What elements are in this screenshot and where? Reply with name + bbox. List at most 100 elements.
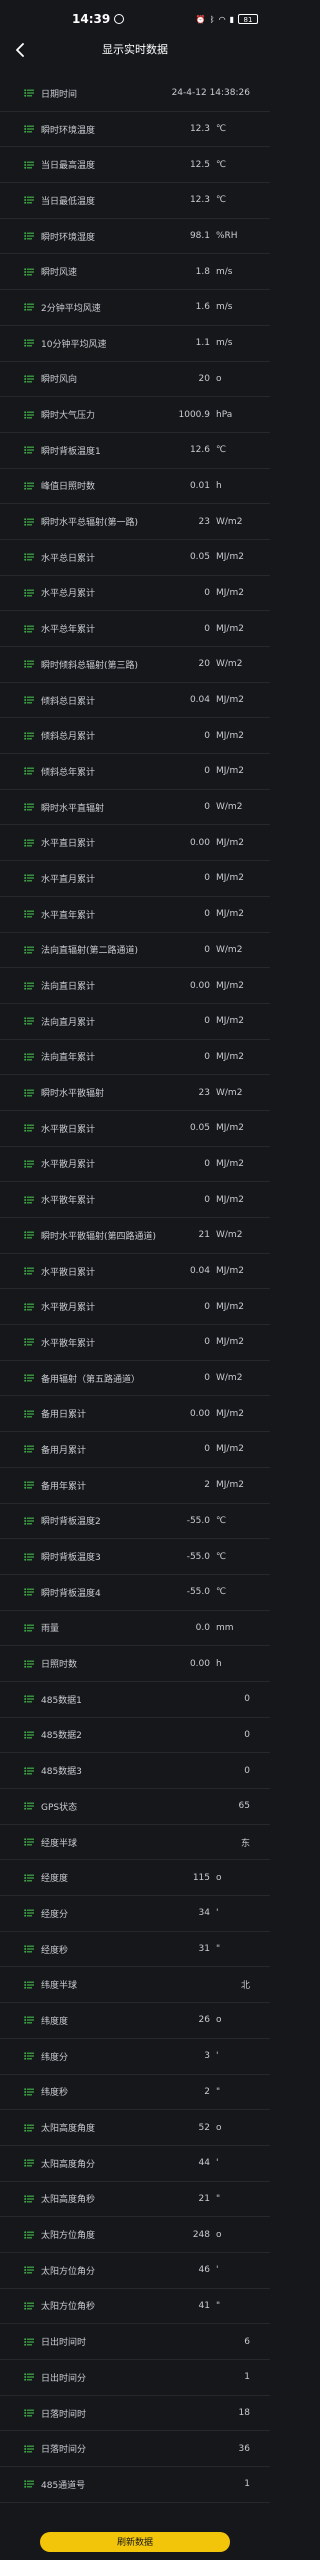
data-row: 倾斜总年累计 0 MJ/m2 [0, 754, 270, 790]
data-row: 太阳高度角分 44 ' [0, 2146, 270, 2182]
list-icon [24, 1302, 34, 1311]
row-unit: o [216, 1872, 222, 1883]
list-icon [24, 2409, 34, 2417]
row-label: 太阳方位角分 [41, 2266, 96, 2277]
row-unit: MJ/m2 [216, 1337, 244, 1348]
row-label: 瞬时水平直辐射 [41, 803, 105, 814]
row-label: 倾斜总年累计 [41, 767, 96, 778]
data-row: 瞬时环境湿度 98.1 %RH [0, 219, 270, 255]
row-label: 水平散月累计 [41, 1303, 96, 1314]
list-icon [24, 1195, 34, 1204]
list-icon [24, 1267, 34, 1275]
data-row: 当日最低温度 12.3 ℃ [0, 183, 270, 219]
data-row: 瞬时背板温度3 -55.0 ℃ [0, 1539, 270, 1575]
row-label: 瞬时背板温度3 [41, 1553, 101, 1564]
row-label: 备用年累计 [41, 1481, 87, 1492]
row-label: 瞬时水平散辐射(第四路通道) [41, 1231, 157, 1242]
data-row: 瞬时背板温度1 12.6 ℃ [0, 433, 270, 469]
list-icon [24, 232, 34, 240]
data-row: 瞬时倾斜总辐射(第三路) 20 W/m2 [0, 647, 270, 683]
row-label: 瞬时背板温度2 [41, 1517, 101, 1528]
data-row: 法向直日累计 0.00 MJ/m2 [0, 968, 270, 1004]
data-row: 水平散月累计 0 MJ/m2 [0, 1289, 270, 1326]
data-row: 日期时间 24-4-12 14:38:26 [0, 76, 270, 112]
data-row: 倾斜总月累计 0 MJ/m2 [0, 718, 270, 755]
list-icon [24, 2480, 34, 2489]
row-unit: hPa [216, 409, 233, 420]
data-row: 瞬时水平散辐射(第四路通道) 21 W/m2 [0, 1218, 270, 1254]
row-unit: ℃ [216, 1551, 227, 1562]
row-unit: ' [216, 2158, 219, 2169]
row-unit: " [216, 2300, 221, 2311]
row-unit: MJ/m2 [216, 1301, 244, 1312]
battery-icon: 81 [238, 14, 258, 24]
row-unit: m/s [216, 338, 233, 349]
data-row: 水平散日累计 0.05 MJ/m2 [0, 1111, 270, 1147]
row-unit: MJ/m2 [216, 587, 244, 598]
refresh-button[interactable]: 刷新数据 [40, 2532, 230, 2552]
row-unit: MJ/m2 [216, 1444, 244, 1455]
row-value: 115 [192, 1872, 210, 1883]
list-icon [24, 1409, 34, 1418]
list-icon [24, 2123, 34, 2132]
row-unit: m/s [216, 302, 233, 313]
list-icon [24, 981, 34, 990]
list-icon [24, 482, 34, 490]
list-icon [24, 1088, 34, 1097]
row-unit: MJ/m2 [216, 1123, 244, 1134]
list-icon [24, 910, 34, 918]
data-row: 太阳高度角度 52 o [0, 2110, 270, 2146]
list-icon [24, 2195, 34, 2203]
row-label: 法向直辐射(第二路通道) [41, 946, 139, 957]
row-label: 纬度半球 [41, 1981, 78, 1992]
data-row: 备用年累计 2 MJ/m2 [0, 1468, 270, 1504]
row-value: 0.05 [189, 1123, 210, 1134]
row-value: 0.01 [189, 480, 210, 491]
data-row: 日落时间时 18 [0, 2396, 270, 2432]
list-icon [24, 589, 34, 597]
data-row: 倾斜总日累计 0.04 MJ/m2 [0, 683, 270, 719]
header: 显示实时数据 [0, 38, 270, 62]
data-row: 峰值日照时数 0.01 h [0, 469, 270, 505]
row-label: 水平直日累计 [41, 839, 96, 850]
data-row: 水平直日累计 0.00 MJ/m2 [0, 825, 270, 862]
data-row: 当日最高温度 12.5 ℃ [0, 147, 270, 184]
data-row: 经度秒 31 " [0, 1932, 270, 1968]
row-unit: m/s [216, 266, 233, 277]
row-value: 21 [198, 2193, 210, 2204]
row-label: 水平直月累计 [41, 874, 96, 885]
row-value: 0.04 [189, 1266, 210, 1277]
row-value: 34 [198, 1908, 210, 1919]
data-row: 经度度 115 o [0, 1860, 270, 1897]
row-unit: ' [216, 1908, 219, 1919]
row-value: 1.8 [195, 266, 210, 277]
row-unit: MJ/m2 [216, 837, 244, 848]
list-icon [24, 2016, 34, 2025]
row-value: 0.00 [189, 1658, 210, 1669]
data-row: 雨量 0.0 mm [0, 1611, 270, 1647]
data-row: 纬度半球 北 [0, 1967, 270, 2004]
row-label: 日落时间时 [41, 2409, 87, 2420]
data-row: 纬度度 26 o [0, 2003, 270, 2039]
data-row: 10分钟平均风速 1.1 m/s [0, 326, 270, 362]
row-value: 北 [240, 1981, 250, 1992]
row-label: 当日最高温度 [41, 161, 96, 172]
row-label: 瞬时背板温度4 [41, 1588, 101, 1599]
data-row: 备用月累计 0 MJ/m2 [0, 1432, 270, 1468]
row-unit: ℃ [216, 195, 227, 206]
data-row: 水平散月累计 0 MJ/m2 [0, 1147, 270, 1183]
data-row: 水平总月累计 0 MJ/m2 [0, 576, 270, 612]
back-button[interactable] [8, 38, 32, 62]
list-icon [24, 1374, 34, 1382]
list-icon [24, 1659, 34, 1668]
list-icon [24, 375, 34, 383]
data-row: 水平直月累计 0 MJ/m2 [0, 861, 270, 897]
row-label: GPS状态 [41, 1802, 78, 1813]
list-icon [24, 2266, 34, 2275]
status-time: 14:39 [72, 12, 111, 26]
list-icon [24, 696, 34, 704]
row-label: 法向直月累计 [41, 1017, 96, 1028]
row-value: 0 [244, 1765, 250, 1776]
list-icon [24, 1909, 34, 1918]
data-row: 瞬时背板温度4 -55.0 ℃ [0, 1575, 270, 1611]
